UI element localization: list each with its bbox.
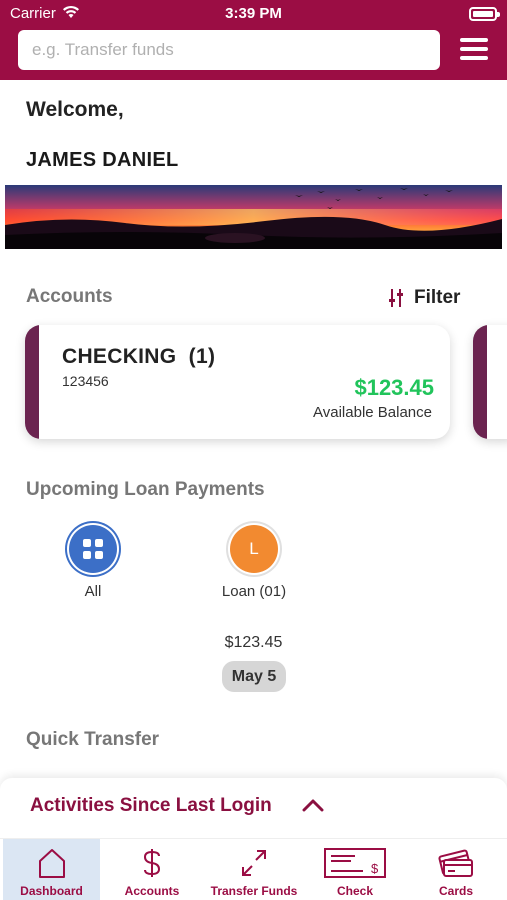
balance-label: Available Balance: [313, 404, 432, 421]
filter-button[interactable]: Filter: [388, 286, 460, 310]
filter-label: Filter: [414, 287, 461, 308]
card-accent-stripe: [25, 325, 39, 439]
cards-icon: [438, 849, 473, 877]
bottom-tab-bar: Dashboard Accounts Transfer Funds $ Chec…: [0, 838, 507, 900]
loan-filter-all[interactable]: All: [53, 525, 133, 600]
account-balance: $123.45: [354, 375, 434, 400]
activities-title: Activities Since Last Login: [30, 795, 272, 816]
tab-transfer-funds[interactable]: Transfer Funds: [201, 839, 307, 900]
check-icon: $: [324, 848, 386, 878]
accounts-section-title: Accounts: [26, 286, 113, 307]
status-time: 3:39 PM: [225, 5, 282, 22]
hamburger-menu-icon[interactable]: [460, 38, 488, 60]
tab-label: Accounts: [124, 884, 180, 898]
tab-cards[interactable]: Cards: [405, 839, 507, 900]
card-accent-stripe: [473, 325, 487, 439]
loan-initial-avatar: L: [230, 525, 278, 573]
grid-icon: [83, 539, 103, 559]
svg-text:$: $: [371, 861, 379, 876]
account-name: CHECKING (1): [62, 345, 216, 368]
tab-check[interactable]: $ Check: [307, 839, 403, 900]
home-icon: [38, 849, 65, 878]
chevron-up-icon[interactable]: [302, 798, 324, 812]
dollar-icon: [143, 849, 161, 877]
welcome-greeting: Welcome,: [26, 98, 124, 121]
tab-label: Dashboard: [20, 884, 83, 898]
loan-filter-label: Loan (01): [221, 583, 287, 600]
loan-filter-loan-01[interactable]: L Loan (01): [204, 525, 304, 600]
account-card-next[interactable]: [473, 325, 507, 439]
tab-accounts[interactable]: Accounts: [103, 839, 201, 900]
status-bar: Carrier 3:39 PM: [0, 0, 507, 28]
app-header: Carrier 3:39 PM: [0, 0, 507, 80]
upcoming-loans-title: Upcoming Loan Payments: [26, 479, 265, 500]
tab-label: Cards: [438, 884, 473, 898]
filter-sliders-icon: [389, 289, 403, 307]
account-number: 123456: [62, 373, 109, 389]
account-card-checking[interactable]: CHECKING (1) 123456 $123.45 Available Ba…: [25, 325, 450, 439]
search-input[interactable]: [18, 30, 440, 70]
tab-label: Transfer Funds: [210, 884, 298, 898]
loan-due-date-badge: May 5: [222, 661, 286, 692]
loan-payment-amount: $123.45: [224, 634, 283, 651]
tab-dashboard[interactable]: Dashboard: [3, 839, 100, 900]
all-circle: [69, 525, 117, 573]
sunset-banner-image: [5, 185, 502, 249]
activities-panel[interactable]: Activities Since Last Login: [0, 778, 507, 838]
tab-label: Check: [336, 884, 374, 898]
quick-transfer-title: Quick Transfer: [26, 729, 160, 750]
loan-filter-label: All: [84, 583, 102, 600]
user-name: JAMES DANIEL: [26, 149, 179, 171]
transfer-arrows-icon: [242, 850, 266, 876]
battery-icon: [469, 7, 500, 21]
